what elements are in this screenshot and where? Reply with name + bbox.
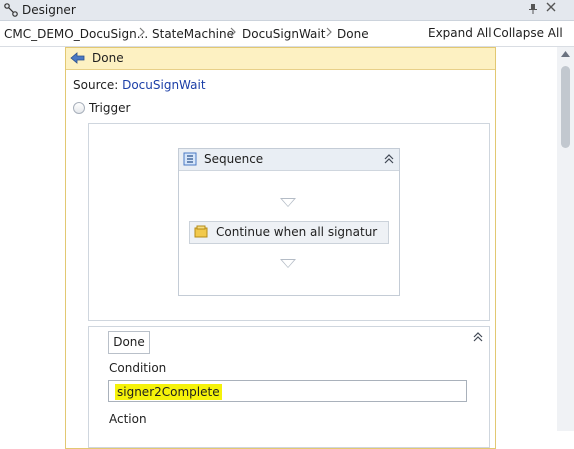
continue-activity[interactable]: Continue when all signatur <box>189 221 389 244</box>
breadcrumb-separator <box>326 27 333 40</box>
action-label: Action <box>109 412 147 426</box>
trigger-label: Trigger <box>89 101 131 115</box>
transition-done-tab[interactable]: Done <box>108 331 150 354</box>
pin-icon[interactable] <box>528 3 538 18</box>
state-icon <box>70 51 86 68</box>
condition-value: signer2Complete <box>115 384 222 400</box>
state-header[interactable]: Done <box>66 48 495 70</box>
source-label: Source: <box>73 78 119 92</box>
activity-label: Continue when all signatur <box>216 225 378 239</box>
breadcrumb-item-workflow[interactable]: CMC_DEMO_DocuSign... <box>4 27 148 41</box>
state-machine-icon <box>4 3 18 20</box>
scrollbar-thumb[interactable] <box>561 66 570 148</box>
breadcrumb-item-docusignwait[interactable]: DocuSignWait <box>242 27 325 41</box>
sequence-header[interactable]: Sequence <box>179 149 399 171</box>
close-icon[interactable] <box>546 2 556 15</box>
window-title: Designer <box>22 3 76 17</box>
activity-icon <box>194 225 208 242</box>
designer-titlebar: Designer <box>0 0 574 21</box>
expand-all-button[interactable]: Expand All <box>428 26 492 40</box>
breadcrumb-item-statemachine[interactable]: StateMachine <box>152 27 234 41</box>
collapse-icon[interactable] <box>383 153 395 168</box>
source-row: Source: DocuSignWait <box>73 78 206 92</box>
scroll-up-icon[interactable] <box>561 50 570 60</box>
breadcrumb-separator <box>230 27 237 40</box>
trigger-radio[interactable] <box>73 102 85 114</box>
condition-input[interactable]: signer2Complete <box>108 380 467 402</box>
breadcrumb-separator <box>139 27 146 40</box>
source-link[interactable]: DocuSignWait <box>122 78 205 92</box>
drop-arrow-icon <box>280 259 296 268</box>
sequence-icon <box>183 152 197 169</box>
breadcrumb-item-done[interactable]: Done <box>337 27 369 41</box>
collapse-all-button[interactable]: Collapse All <box>493 26 563 40</box>
state-title: Done <box>92 51 124 65</box>
breadcrumb-bar: CMC_DEMO_DocuSign... StateMachine DocuSi… <box>0 21 574 47</box>
sequence-title: Sequence <box>204 152 264 166</box>
condition-label: Condition <box>109 361 167 375</box>
transition-collapse-icon[interactable] <box>472 331 484 346</box>
drop-arrow-icon <box>280 198 296 207</box>
